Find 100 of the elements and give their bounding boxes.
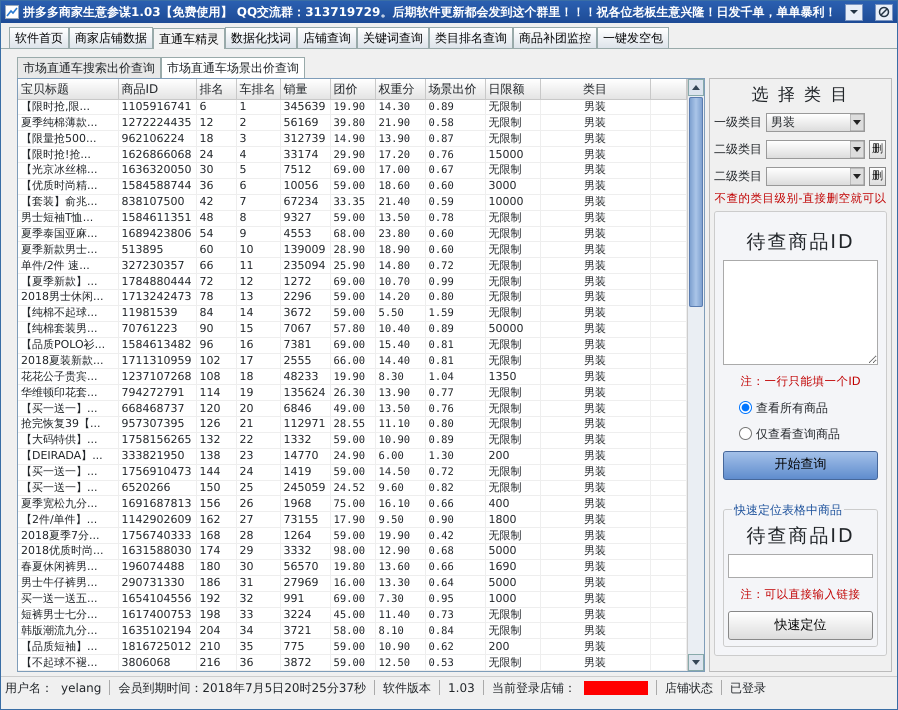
- table-cell: 3872: [280, 654, 330, 670]
- table-cell: 21: [236, 416, 280, 432]
- radio-label[interactable]: 查看所有商品: [756, 398, 828, 416]
- table-cell: 6: [236, 178, 280, 194]
- table-cell: 0.60: [425, 226, 485, 242]
- table-cell: 2555: [280, 353, 330, 369]
- table-cell: 15: [236, 321, 280, 338]
- table-cell: 49.00: [330, 400, 375, 416]
- table-cell: 1756910473: [118, 464, 196, 480]
- column-header[interactable]: 类目: [540, 79, 650, 99]
- dropdown-arrow-icon[interactable]: [850, 114, 864, 130]
- table-cell: 6520266: [118, 480, 196, 496]
- tab[interactable]: 类目排名查询: [429, 27, 513, 48]
- table-cell: 2018夏季7分...: [18, 528, 118, 544]
- radio-button[interactable]: [739, 427, 752, 440]
- column-header[interactable]: 排名: [196, 79, 236, 99]
- table-cell: 0.73: [425, 607, 485, 623]
- table-cell: 13.60: [375, 559, 425, 576]
- table-cell: 17.20: [375, 146, 425, 162]
- tab[interactable]: 店铺查询: [297, 27, 357, 48]
- column-header[interactable]: 团价: [330, 79, 375, 99]
- column-header[interactable]: 宝贝标题: [18, 79, 118, 99]
- table-cell: 抢完恢复39【...: [18, 416, 118, 432]
- radio-label[interactable]: 仅查看查询商品: [756, 424, 840, 442]
- delete-button[interactable]: 删: [869, 140, 886, 158]
- table-cell: 男装: [540, 114, 650, 131]
- table-cell: 无限制: [485, 210, 540, 226]
- table-cell: 75.00: [330, 496, 375, 512]
- table-cell: 无限制: [485, 162, 540, 178]
- table-cell: 59.00: [330, 290, 375, 306]
- table-cell: 24: [196, 146, 236, 162]
- table-cell: 991: [280, 591, 330, 607]
- column-header[interactable]: 商品ID: [118, 79, 196, 99]
- table-cell: 0.89: [425, 432, 485, 448]
- dropdown-arrow-icon[interactable]: [850, 168, 864, 184]
- table-cell: 10.40: [375, 321, 425, 338]
- column-header[interactable]: 场景出价: [425, 79, 485, 99]
- table-cell: 13: [236, 290, 280, 306]
- table-cell: 6.00: [375, 448, 425, 464]
- caret-icon[interactable]: [849, 8, 859, 16]
- start-query-button[interactable]: 开始查询: [723, 450, 878, 480]
- table-cell: 男装: [540, 258, 650, 274]
- tab[interactable]: 市场直通车搜索出价查询: [17, 57, 161, 78]
- table-cell: 144: [196, 464, 236, 480]
- column-header[interactable]: 日限额: [485, 79, 540, 99]
- table-cell: 0.87: [425, 130, 485, 147]
- table-cell: 345639: [280, 99, 330, 115]
- tab[interactable]: 商家店铺数据: [69, 27, 153, 48]
- table-cell: 18.60: [375, 178, 425, 194]
- dropdown[interactable]: 男装: [766, 112, 865, 132]
- table-cell: 14770: [280, 448, 330, 464]
- table-cell: 12: [236, 274, 280, 290]
- table-cell: 18.90: [375, 242, 425, 258]
- scroll-down-icon[interactable]: [692, 660, 700, 665]
- dropdown-arrow-icon[interactable]: [850, 140, 864, 158]
- table-cell: 男装: [540, 305, 650, 322]
- tab[interactable]: 一键发空包: [597, 27, 669, 48]
- scroll-up-icon[interactable]: [692, 85, 700, 90]
- prohibit-icon[interactable]: [878, 6, 890, 18]
- window-button[interactable]: [875, 4, 893, 20]
- scrollbar[interactable]: [687, 79, 704, 671]
- table-cell: 12: [196, 114, 236, 131]
- table-cell: 59.00: [330, 210, 375, 226]
- table-cell: 男装: [540, 146, 650, 162]
- table-cell: 27: [236, 512, 280, 528]
- table-cell: 11: [236, 258, 280, 274]
- table-cell: 3224: [280, 607, 330, 623]
- column-header[interactable]: 车排名: [236, 79, 280, 99]
- tab[interactable]: 软件首页: [9, 27, 69, 48]
- table-cell: 无限制: [485, 400, 540, 416]
- table-cell: 78: [196, 290, 236, 306]
- tab[interactable]: 市场直通车场景出价查询: [161, 57, 305, 78]
- field-label: 一级类目: [714, 114, 762, 131]
- table-cell: 114: [196, 384, 236, 401]
- delete-button[interactable]: 删: [869, 166, 886, 186]
- table-cell: 11.10: [375, 416, 425, 432]
- window-button[interactable]: [845, 4, 863, 20]
- table-cell: 58.00: [330, 622, 375, 639]
- tab[interactable]: 直通车精灵: [153, 28, 225, 49]
- table-cell: 19.90: [330, 99, 375, 115]
- table-cell: 1689423806: [118, 226, 196, 242]
- window-title: 拼多多商家生意参谋1.03【免费使用】 QQ交流群：313719729。后期软件更新都会发到这个群里！！！祝各位老板生意兴隆！日发千单，单单暴利！: [23, 4, 838, 21]
- radio-button[interactable]: [739, 401, 752, 414]
- table-cell: 5000: [485, 575, 540, 592]
- column-header[interactable]: 权重分: [375, 79, 425, 99]
- link-input-field[interactable]: [728, 554, 873, 578]
- id-input-field[interactable]: [723, 260, 878, 366]
- column-header[interactable]: 销量: [280, 79, 330, 99]
- table-cell: 无限制: [485, 337, 540, 353]
- locate-button[interactable]: 快速定位: [728, 611, 873, 640]
- table-cell: 192: [196, 591, 236, 607]
- tab[interactable]: 商品补团监控: [513, 27, 597, 48]
- table-cell: 50000: [485, 321, 540, 338]
- table-cell: 69.00: [330, 274, 375, 290]
- table-cell: 0.72: [425, 258, 485, 274]
- table-cell: 1784880444: [118, 274, 196, 290]
- table-cell: 【大码特供】...: [18, 432, 118, 448]
- tab[interactable]: 关键词查询: [357, 27, 429, 48]
- table-cell: 男士牛仔裤男...: [18, 575, 118, 592]
- tab[interactable]: 数据化找词: [225, 27, 297, 48]
